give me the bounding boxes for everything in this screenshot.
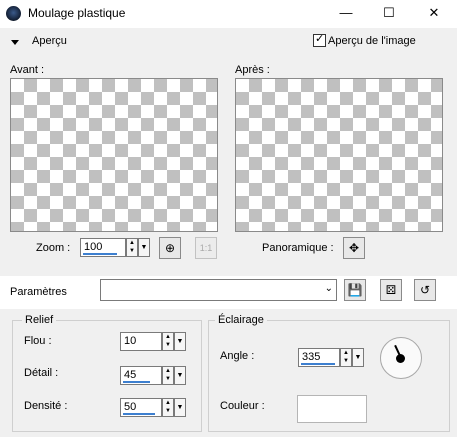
angle-dropdown-icon[interactable]: ▼ [352,348,364,367]
chevron-down-icon: ⌄ [324,283,333,294]
angle-value: 335 [302,351,321,363]
blur-value: 10 [124,335,137,347]
pan-label: Panoramique : [262,242,334,254]
zoom-dropdown-icon[interactable]: ▼ [138,238,150,257]
blur-label: Flou : [24,335,52,347]
zoom-label: Zoom : [36,242,71,254]
detail-value: 45 [124,369,137,381]
one-to-one-icon[interactable]: 1:1 [195,237,217,259]
minimize-button[interactable]: — [337,4,355,22]
reset-icon[interactable]: ↺ [414,279,436,301]
after-preview[interactable] [235,78,443,232]
density-spinner[interactable]: ▲ ▼ [162,398,174,417]
density-input[interactable]: 50 [120,398,162,417]
lighting-group-label: Éclairage [215,314,267,326]
dial-hub [396,354,405,363]
settings-label: Paramètres [10,286,67,298]
after-label: Après : [235,64,270,76]
zoom-input[interactable]: 100 [80,238,126,257]
maximize-button[interactable]: ☐ [380,4,398,22]
before-label: Avant : [10,64,45,76]
zoom-value: 100 [84,241,103,253]
preset-combobox[interactable]: ⌄ [100,279,337,301]
show-image-label[interactable]: Aperçu de l'image [328,35,416,47]
zoom-underline [83,253,117,255]
blur-dropdown-icon[interactable]: ▼ [174,332,186,351]
close-button[interactable]: ✕ [425,4,443,22]
detail-label: Détail : [24,367,59,379]
fit-zoom-icon[interactable]: ⊕ [159,237,181,259]
color-label: Couleur : [220,400,265,412]
angle-input[interactable]: 335 [298,348,340,367]
density-value: 50 [124,401,137,413]
blur-spinner[interactable]: ▲ ▼ [162,332,174,351]
window-title: Moulage plastique [28,6,126,20]
light-color-swatch[interactable] [297,395,367,423]
detail-input[interactable]: 45 [120,366,162,385]
checkmark-icon: ✓ [315,33,325,45]
random-icon[interactable]: ⚄ [380,279,402,301]
show-image-checkbox[interactable]: ✓ [313,33,326,47]
density-dropdown-icon[interactable]: ▼ [174,398,186,417]
detail-dropdown-icon[interactable]: ▼ [174,366,186,385]
before-preview[interactable] [10,78,218,232]
detail-spinner[interactable]: ▲ ▼ [162,366,174,385]
app-icon [6,6,21,21]
angle-underline [301,363,335,365]
zoom-spinner[interactable]: ▲ ▼ [126,238,138,257]
detail-underline [123,381,150,383]
preview-toggle-label[interactable]: Aperçu [32,35,67,47]
relief-group-label: Relief [22,314,57,326]
density-underline [123,413,155,415]
pan-icon[interactable]: ✥ [343,237,365,259]
angle-label: Angle : [220,350,255,362]
angle-spinner[interactable]: ▲ ▼ [340,348,352,367]
save-preset-icon[interactable]: 💾 [344,279,366,301]
density-label: Densité : [24,400,68,412]
blur-input[interactable]: 10 [120,332,162,351]
angle-dial-icon[interactable] [380,337,422,379]
collapse-preview-icon[interactable] [11,40,19,45]
